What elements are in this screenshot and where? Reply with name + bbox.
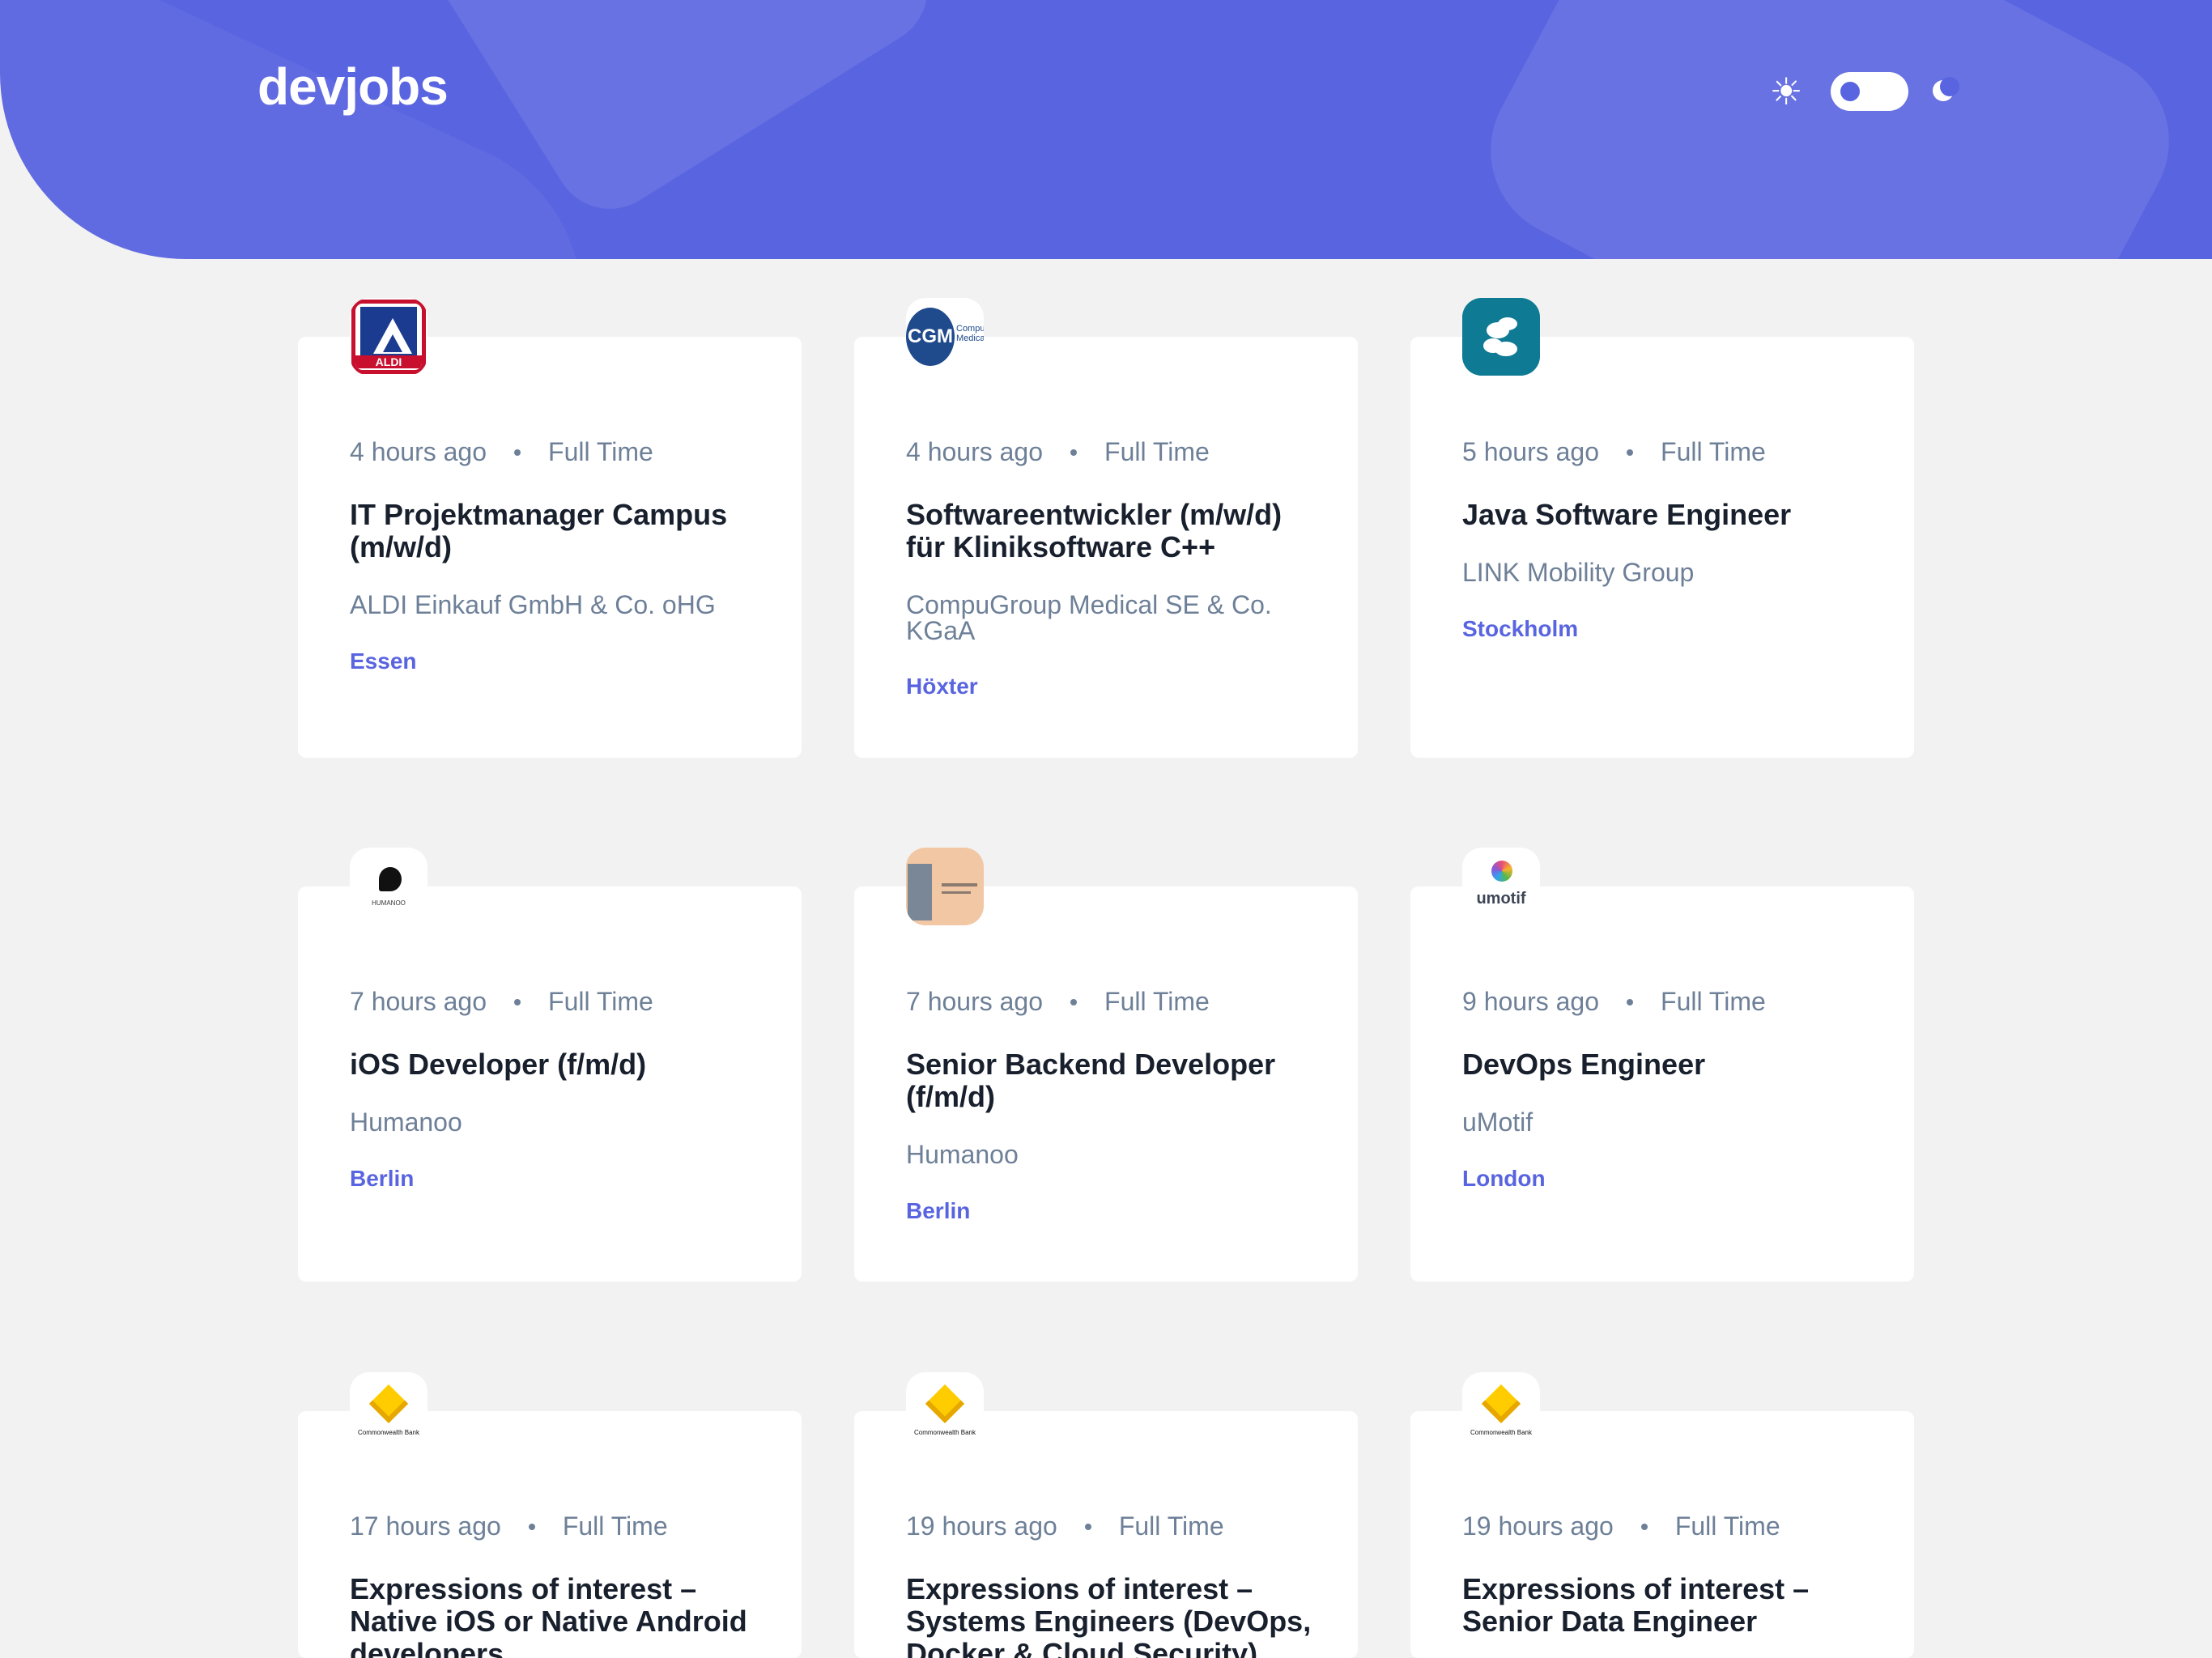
- separator-dot: [1084, 1523, 1091, 1530]
- compugroup-logo: CGM Compu Medica: [906, 298, 984, 376]
- commonwealth-bank-logo: Commonwealth Bank: [1462, 1372, 1540, 1450]
- job-title[interactable]: Expressions of interest – Systems Engine…: [906, 1573, 1327, 1658]
- switch-knob: [1840, 82, 1860, 101]
- contract-type: Full Time: [548, 987, 653, 1016]
- company-logo: HUMANOO: [350, 848, 428, 925]
- company-name: CompuGroup Medical SE & Co. KGaA: [906, 590, 1272, 645]
- job-meta: 19 hours ago Full Time: [1462, 1511, 1780, 1541]
- posted-time: 5 hours ago: [1462, 437, 1600, 466]
- commonwealth-bank-logo: Commonwealth Bank: [350, 1372, 428, 1450]
- commonwealth-bank-logo: Commonwealth Bank: [906, 1372, 984, 1450]
- job-location: Essen: [350, 648, 417, 674]
- separator-dot: [1627, 449, 1634, 456]
- contract-type: Full Time: [1118, 1511, 1224, 1541]
- job-meta: 7 hours ago Full Time: [906, 987, 1210, 1017]
- humanoo-logo: HUMANOO: [350, 848, 428, 925]
- separator-dot: [514, 998, 521, 1005]
- humanoo-photo-logo: [906, 848, 984, 925]
- company-name: uMotif: [1462, 1107, 1534, 1137]
- job-title[interactable]: Expressions of interest – Senior Data En…: [1462, 1573, 1883, 1638]
- job-location: Höxter: [906, 674, 978, 699]
- posted-time: 7 hours ago: [350, 987, 487, 1016]
- contract-type: Full Time: [562, 1511, 668, 1541]
- job-location: Berlin: [350, 1166, 415, 1191]
- job-meta: 9 hours ago Full Time: [1462, 987, 1766, 1017]
- separator-dot: [1070, 449, 1078, 456]
- company-name: ALDI Einkauf GmbH & Co. oHG: [350, 590, 716, 619]
- job-meta: 4 hours ago Full Time: [350, 437, 653, 467]
- contract-type: Full Time: [548, 437, 653, 466]
- site-header: devjobs ☀: [0, 0, 2212, 259]
- job-card[interactable]: ALDI 4 hours ago Full Time IT Projektman…: [298, 298, 802, 758]
- job-card[interactable]: Commonwealth Bank 19 hours ago Full Time…: [854, 1372, 1358, 1658]
- job-meta: 19 hours ago Full Time: [906, 1511, 1224, 1541]
- job-meta: 7 hours ago Full Time: [350, 987, 653, 1017]
- posted-time: 4 hours ago: [906, 437, 1044, 466]
- job-title[interactable]: Senior Backend Developer (f/m/d): [906, 1048, 1327, 1113]
- job-meta: 17 hours ago Full Time: [350, 1511, 668, 1541]
- posted-time: 19 hours ago: [906, 1511, 1057, 1541]
- company-logo: CGM Compu Medica: [906, 298, 984, 376]
- posted-time: 4 hours ago: [350, 437, 487, 466]
- job-meta: 4 hours ago Full Time: [906, 437, 1210, 467]
- job-location: London: [1462, 1166, 1546, 1191]
- separator-dot: [514, 449, 521, 456]
- aldi-logo: ALDI: [351, 300, 426, 374]
- company-logo: Commonwealth Bank: [906, 1372, 984, 1450]
- job-card[interactable]: 7 hours ago Full Time Senior Backend Dev…: [854, 848, 1358, 1282]
- job-title[interactable]: IT Projektmanager Campus (m/w/d): [350, 499, 771, 563]
- company-name: Humanoo: [906, 1140, 1019, 1169]
- job-location: Berlin: [906, 1198, 971, 1223]
- job-title[interactable]: Softwareentwickler (m/w/d) für Kliniksof…: [906, 499, 1327, 563]
- theme-toggle[interactable]: ☀: [1769, 66, 1959, 117]
- contract-type: Full Time: [1661, 437, 1766, 466]
- moon-icon: [1933, 77, 1959, 103]
- separator-dot: [1627, 998, 1634, 1005]
- separator-dot: [1070, 998, 1078, 1005]
- posted-time: 19 hours ago: [1462, 1511, 1614, 1541]
- job-card[interactable]: HUMANOO 7 hours ago Full Time iOS Develo…: [298, 848, 802, 1282]
- job-card[interactable]: Commonwealth Bank 17 hours ago Full Time…: [298, 1372, 802, 1658]
- job-title[interactable]: DevOps Engineer: [1462, 1048, 1883, 1081]
- job-title[interactable]: iOS Developer (f/m/d): [350, 1048, 771, 1081]
- job-title[interactable]: Java Software Engineer: [1462, 499, 1883, 531]
- sun-icon: ☀: [1769, 70, 1803, 113]
- job-card[interactable]: CGM Compu Medica 4 hours ago Full Time S…: [854, 298, 1358, 758]
- header-decoration: [1459, 0, 2201, 259]
- posted-time: 17 hours ago: [350, 1511, 501, 1541]
- job-meta: 5 hours ago Full Time: [1462, 437, 1766, 467]
- job-card[interactable]: umotif 9 hours ago Full Time DevOps Engi…: [1410, 848, 1914, 1282]
- company-logo: [1462, 298, 1540, 376]
- separator-dot: [528, 1523, 535, 1530]
- posted-time: 7 hours ago: [906, 987, 1044, 1016]
- theme-switch[interactable]: [1831, 72, 1908, 111]
- job-card[interactable]: 5 hours ago Full Time Java Software Engi…: [1410, 298, 1914, 758]
- job-card[interactable]: Commonwealth Bank 19 hours ago Full Time…: [1410, 1372, 1914, 1658]
- company-name: Humanoo: [350, 1107, 462, 1137]
- company-logo: Commonwealth Bank: [350, 1372, 428, 1450]
- separator-dot: [1640, 1523, 1648, 1530]
- job-location: Stockholm: [1462, 616, 1579, 641]
- company-logo: [906, 848, 984, 925]
- company-logo: ALDI: [350, 298, 428, 376]
- posted-time: 9 hours ago: [1462, 987, 1600, 1016]
- contract-type: Full Time: [1661, 987, 1766, 1016]
- umotif-logo: umotif: [1462, 848, 1540, 925]
- job-title[interactable]: Expressions of interest – Native iOS or …: [350, 1573, 771, 1658]
- link-mobility-logo: [1462, 298, 1540, 376]
- company-name: LINK Mobility Group: [1462, 558, 1695, 587]
- company-logo: Commonwealth Bank: [1462, 1372, 1540, 1450]
- company-logo: umotif: [1462, 848, 1540, 925]
- contract-type: Full Time: [1674, 1511, 1780, 1541]
- site-logo[interactable]: devjobs: [257, 57, 449, 117]
- contract-type: Full Time: [1104, 437, 1210, 466]
- contract-type: Full Time: [1104, 987, 1210, 1016]
